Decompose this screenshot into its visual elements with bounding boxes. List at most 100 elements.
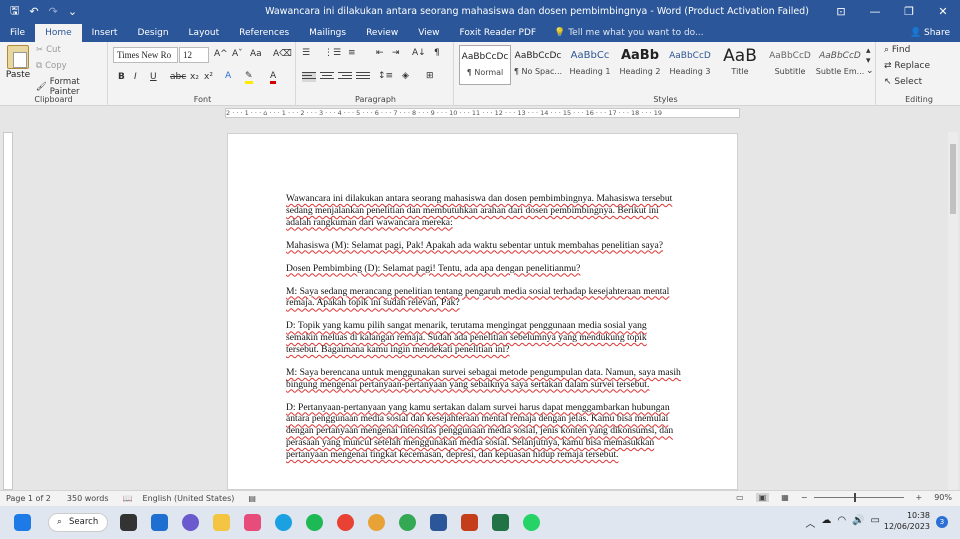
bullets-icon[interactable]: ☰ xyxy=(302,48,310,58)
bold-button[interactable]: B xyxy=(118,72,125,82)
justify-icon[interactable] xyxy=(356,72,370,82)
customize-qat-icon[interactable]: ⌄ xyxy=(68,5,77,18)
notification-badge[interactable]: 3 xyxy=(936,516,948,528)
scrollbar-thumb[interactable] xyxy=(950,144,956,214)
print-layout-icon[interactable]: ▣ xyxy=(755,493,770,502)
align-left-icon[interactable] xyxy=(302,72,316,82)
task-view-icon[interactable] xyxy=(120,514,137,531)
tab-design[interactable]: Design xyxy=(127,24,178,42)
undo-icon[interactable]: ↶ xyxy=(29,5,38,18)
vertical-ruler[interactable] xyxy=(3,132,13,490)
tab-review[interactable]: Review xyxy=(356,24,408,42)
tab-foxit[interactable]: Foxit Reader PDF xyxy=(450,24,547,42)
show-marks-icon[interactable]: ¶ xyxy=(434,48,440,58)
web-layout-icon[interactable]: ▦ xyxy=(781,493,789,502)
line-spacing-icon[interactable]: ↕≡ xyxy=(378,71,393,81)
style-title[interactable]: AaB Title xyxy=(714,45,766,85)
font-name-input[interactable]: Times New Ro xyxy=(113,47,178,63)
tab-mailings[interactable]: Mailings xyxy=(299,24,356,42)
numbering-icon[interactable]: ⋮☰ xyxy=(324,48,341,58)
powerpoint-icon[interactable] xyxy=(461,514,478,531)
vertical-scrollbar[interactable] xyxy=(948,132,958,490)
windows-start-icon[interactable] xyxy=(14,514,31,531)
excel-icon[interactable] xyxy=(492,514,509,531)
chrome-icon[interactable] xyxy=(337,514,354,531)
paste-button[interactable]: Paste xyxy=(4,45,32,80)
style-subtle-emphasis[interactable]: AaBbCcD Subtle Em... xyxy=(814,45,866,85)
increase-indent-icon[interactable]: ⇥ xyxy=(392,48,400,58)
zoom-slider[interactable] xyxy=(813,493,904,502)
select-button[interactable]: ↖ Select xyxy=(884,77,922,87)
share-button[interactable]: 👤 Share xyxy=(900,24,960,42)
zoom-slider-thumb[interactable] xyxy=(854,493,857,502)
word-icon[interactable] xyxy=(430,514,447,531)
battery-icon[interactable]: ▭ xyxy=(871,515,880,530)
taskbar-search[interactable]: ⌕ Search xyxy=(48,513,108,532)
cut-button[interactable]: ✂ Cut xyxy=(36,45,61,55)
font-color-icon[interactable]: A xyxy=(270,71,277,84)
file-explorer-icon[interactable] xyxy=(213,514,230,531)
style-heading-1[interactable]: AaBbCc Heading 1 xyxy=(564,45,616,85)
macro-icon[interactable]: ▤ xyxy=(248,494,256,503)
style-heading-2[interactable]: AaBb Heading 2 xyxy=(614,45,666,85)
page-count[interactable]: Page 1 of 2 xyxy=(6,494,51,503)
document-page[interactable]: Wawancara ini dilakukan antara seorang m… xyxy=(227,133,738,490)
chrome-profile-icon[interactable] xyxy=(368,514,385,531)
style-heading-3[interactable]: AaBbCcD Heading 3 xyxy=(664,45,716,85)
zoom-level[interactable]: 90% xyxy=(934,493,952,502)
text-effects-icon[interactable]: A xyxy=(225,71,231,81)
proofing-icon[interactable]: 📖 xyxy=(123,494,133,503)
volume-icon[interactable]: 🔊 xyxy=(852,515,864,530)
clock[interactable]: 10:38 12/06/2023 xyxy=(884,510,930,532)
copy-button[interactable]: ⧉ Copy xyxy=(36,61,67,71)
minimize-button[interactable]: — xyxy=(858,5,892,18)
borders-icon[interactable]: ⊞ xyxy=(426,71,434,81)
underline-button[interactable]: U xyxy=(150,72,157,82)
zoom-in-icon[interactable]: + xyxy=(916,493,923,502)
tab-layout[interactable]: Layout xyxy=(179,24,230,42)
subscript-button[interactable]: x₂ xyxy=(190,72,199,82)
replace-button[interactable]: ⇄ Replace xyxy=(884,61,930,71)
find-button[interactable]: ⌕ Find xyxy=(884,45,910,55)
styles-scroll-icon[interactable]: ▴ ▾ ⌄ xyxy=(866,46,874,76)
decrease-indent-icon[interactable]: ⇤ xyxy=(376,48,384,58)
sort-icon[interactable]: A↓ xyxy=(412,48,426,58)
italic-button[interactable]: I xyxy=(134,72,137,82)
zoom-out-icon[interactable]: − xyxy=(801,493,808,502)
redo-icon[interactable]: ↷ xyxy=(49,5,58,18)
shrink-font-button[interactable]: Aˇ xyxy=(232,49,243,59)
tab-home[interactable]: Home xyxy=(35,24,82,42)
edge-icon[interactable] xyxy=(275,514,292,531)
chat-icon[interactable] xyxy=(182,514,199,531)
align-right-icon[interactable] xyxy=(338,72,352,82)
grow-font-button[interactable]: A^ xyxy=(214,49,228,59)
chevron-up-icon[interactable]: ︿ xyxy=(805,515,815,530)
ribbon-display-icon[interactable]: ⊡ xyxy=(824,5,858,18)
change-case-button[interactable]: Aa xyxy=(250,49,262,59)
whatsapp-icon[interactable] xyxy=(523,514,540,531)
cloud-icon[interactable]: ☁ xyxy=(821,515,831,530)
word-count[interactable]: 350 words xyxy=(67,494,109,503)
close-button[interactable]: ✕ xyxy=(926,5,960,18)
wifi-icon[interactable]: ◠ xyxy=(837,515,846,530)
snipping-tool-icon[interactable] xyxy=(244,514,261,531)
save-icon[interactable]: 🖫 xyxy=(10,2,19,21)
font-size-input[interactable]: 12 xyxy=(179,47,209,63)
spotify-icon[interactable] xyxy=(306,514,323,531)
clear-formatting-button[interactable]: A⌫ xyxy=(273,49,292,59)
superscript-button[interactable]: x² xyxy=(204,72,213,82)
read-mode-icon[interactable]: ▭ xyxy=(736,493,744,502)
chrome-alt-icon[interactable] xyxy=(399,514,416,531)
shading-icon[interactable]: ◈ xyxy=(402,71,409,81)
multilevel-list-icon[interactable]: ≡ xyxy=(348,48,356,58)
strikethrough-button[interactable]: abc xyxy=(170,72,186,82)
format-painter-button[interactable]: 🖌 Format Painter xyxy=(36,77,107,97)
tab-references[interactable]: References xyxy=(229,24,299,42)
widgets-icon[interactable] xyxy=(151,514,168,531)
horizontal-ruler[interactable]: 2 · · · 1 · · · ⌂ · · · 1 · · · 2 · · · … xyxy=(0,106,960,120)
tab-file[interactable]: File xyxy=(0,24,35,42)
tab-view[interactable]: View xyxy=(408,24,449,42)
style-subtitle[interactable]: AaBbCcD Subtitle xyxy=(764,45,816,85)
restore-button[interactable]: ❐ xyxy=(892,5,926,18)
style-normal[interactable]: AaBbCcDc ¶ Normal xyxy=(459,45,511,85)
